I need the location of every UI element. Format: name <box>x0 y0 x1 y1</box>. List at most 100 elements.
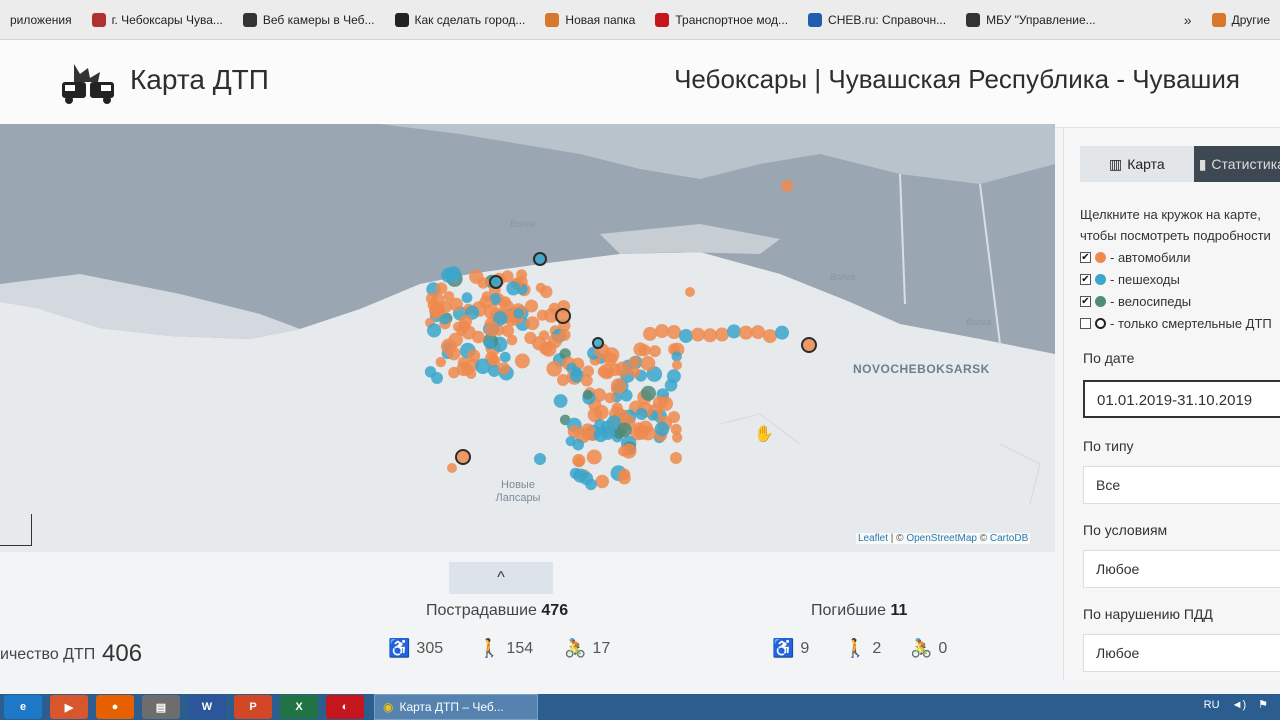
carto-link[interactable]: CartoDB <box>990 533 1028 544</box>
tab-statistics[interactable]: ▮ Статистика <box>1193 146 1280 182</box>
language-indicator[interactable]: RU <box>1204 699 1220 711</box>
accident-marker[interactable] <box>487 355 499 366</box>
bookmark-item[interactable]: CHEB.ru: Справочн... <box>798 12 956 27</box>
accident-marker[interactable] <box>574 456 585 468</box>
accident-marker[interactable] <box>685 287 695 297</box>
taskbar-excel-icon[interactable]: X <box>280 695 318 719</box>
flag-icon[interactable]: ⚑ <box>1258 698 1268 711</box>
accident-marker[interactable] <box>497 362 510 375</box>
accident-marker[interactable] <box>506 334 518 346</box>
accident-marker[interactable] <box>579 471 594 486</box>
legend-checkbox[interactable]: ✔ <box>1080 295 1091 307</box>
accident-marker[interactable] <box>484 338 496 350</box>
taskbar-firefox-icon[interactable]: ● <box>96 695 134 719</box>
accident-marker[interactable] <box>703 328 717 343</box>
accident-marker[interactable] <box>670 452 682 464</box>
accident-marker[interactable] <box>618 468 631 480</box>
taskbar-app-icon[interactable]: ◐ <box>326 695 364 719</box>
accident-marker[interactable] <box>610 378 627 394</box>
bookmark-item[interactable]: г. Чебоксары Чува... <box>82 12 233 27</box>
accident-marker[interactable] <box>586 449 602 465</box>
accident-marker[interactable] <box>775 325 789 340</box>
other-bookmarks[interactable]: Другие <box>1202 12 1280 27</box>
accident-marker[interactable] <box>439 300 452 313</box>
accident-marker[interactable] <box>621 443 637 459</box>
accident-marker[interactable] <box>499 296 511 308</box>
fatal-accident-marker[interactable] <box>592 337 604 349</box>
accident-marker[interactable] <box>580 423 595 438</box>
taskbar-media-icon[interactable]: ▶ <box>50 695 88 719</box>
accident-marker[interactable] <box>499 351 511 363</box>
fatal-accident-marker[interactable] <box>489 275 503 289</box>
accident-marker[interactable] <box>655 324 669 339</box>
bookmark-item[interactable]: Транспортное мод... <box>645 12 798 27</box>
accident-marker[interactable] <box>435 282 448 295</box>
bookmark-item[interactable]: Как сделать город... <box>385 12 536 27</box>
bookmark-item[interactable]: МБУ "Управление... <box>956 12 1106 27</box>
accident-marker[interactable] <box>640 385 657 401</box>
accident-marker[interactable] <box>739 325 753 340</box>
accident-marker[interactable] <box>751 325 765 340</box>
accident-marker[interactable] <box>547 334 562 349</box>
accident-marker[interactable] <box>557 374 569 386</box>
accident-marker[interactable] <box>484 321 500 337</box>
legend-checkbox[interactable]: ✔ <box>1080 273 1091 285</box>
accident-marker[interactable] <box>672 360 682 370</box>
accident-marker[interactable] <box>534 453 546 465</box>
legend-item[interactable]: ✔ - пешеходы <box>1080 268 1280 290</box>
accident-marker[interactable] <box>643 326 657 341</box>
tab-map[interactable]: ▥ Карта <box>1080 146 1194 182</box>
accident-marker[interactable] <box>513 308 524 319</box>
accident-marker[interactable] <box>571 366 582 378</box>
accident-marker[interactable] <box>479 296 493 309</box>
accident-marker[interactable] <box>441 267 457 283</box>
taskbar-active-window[interactable]: ◉ Карта ДТП – Чеб... <box>374 694 538 720</box>
accident-marker[interactable] <box>691 327 705 342</box>
legend-item[interactable]: ✔ - автомобили <box>1080 246 1280 268</box>
accident-marker[interactable] <box>649 345 661 358</box>
brand-title[interactable]: Карта ДТП <box>130 64 269 96</box>
violation-select[interactable]: Любое <box>1083 634 1280 672</box>
accident-marker[interactable] <box>781 180 793 192</box>
accident-marker[interactable] <box>582 389 593 400</box>
date-range-input[interactable]: 01.01.2019-31.10.2019 <box>1083 380 1280 418</box>
conditions-select[interactable]: Любое <box>1083 550 1280 588</box>
accident-marker[interactable] <box>447 463 457 473</box>
accident-marker[interactable] <box>461 292 473 304</box>
accident-marker[interactable] <box>640 356 656 371</box>
bookmarks-overflow-button[interactable]: » <box>1174 12 1202 28</box>
accident-marker[interactable] <box>654 421 670 437</box>
accident-marker[interactable] <box>594 419 606 431</box>
taskbar-powerpoint-icon[interactable]: P <box>234 695 272 719</box>
accident-marker[interactable] <box>546 361 562 377</box>
accident-marker[interactable] <box>472 330 485 344</box>
fatal-accident-marker[interactable] <box>555 308 571 324</box>
accident-marker[interactable] <box>679 328 693 343</box>
accident-marker[interactable] <box>569 467 582 480</box>
accident-marker[interactable] <box>664 379 678 392</box>
accident-marker[interactable] <box>572 438 584 451</box>
accident-marker[interactable] <box>595 474 609 489</box>
accident-marker[interactable] <box>467 349 481 363</box>
accident-marker[interactable] <box>525 299 538 313</box>
accident-marker[interactable] <box>516 269 528 281</box>
taskbar-word-icon[interactable]: W <box>188 695 226 719</box>
accident-marker[interactable] <box>477 277 489 289</box>
accident-marker[interactable] <box>727 324 741 339</box>
type-select[interactable]: Все <box>1083 466 1280 504</box>
accident-marker[interactable] <box>447 346 461 361</box>
fatal-accident-marker[interactable] <box>533 252 547 266</box>
collapse-toggle-button[interactable]: ^ <box>449 562 553 594</box>
legend-item[interactable]: ✔ - велосипеды <box>1080 290 1280 312</box>
accident-marker[interactable] <box>617 422 632 438</box>
leaflet-link[interactable]: Leaflet <box>858 533 888 544</box>
accident-marker[interactable] <box>604 392 616 404</box>
accident-marker[interactable] <box>514 353 530 369</box>
legend-checkbox[interactable] <box>1080 317 1091 329</box>
accident-marker[interactable] <box>553 394 568 408</box>
accident-marker[interactable] <box>459 314 472 328</box>
accident-marker[interactable] <box>580 374 593 387</box>
accident-marker[interactable] <box>672 432 683 443</box>
accident-marker[interactable] <box>658 396 673 412</box>
accident-marker[interactable] <box>466 368 477 379</box>
